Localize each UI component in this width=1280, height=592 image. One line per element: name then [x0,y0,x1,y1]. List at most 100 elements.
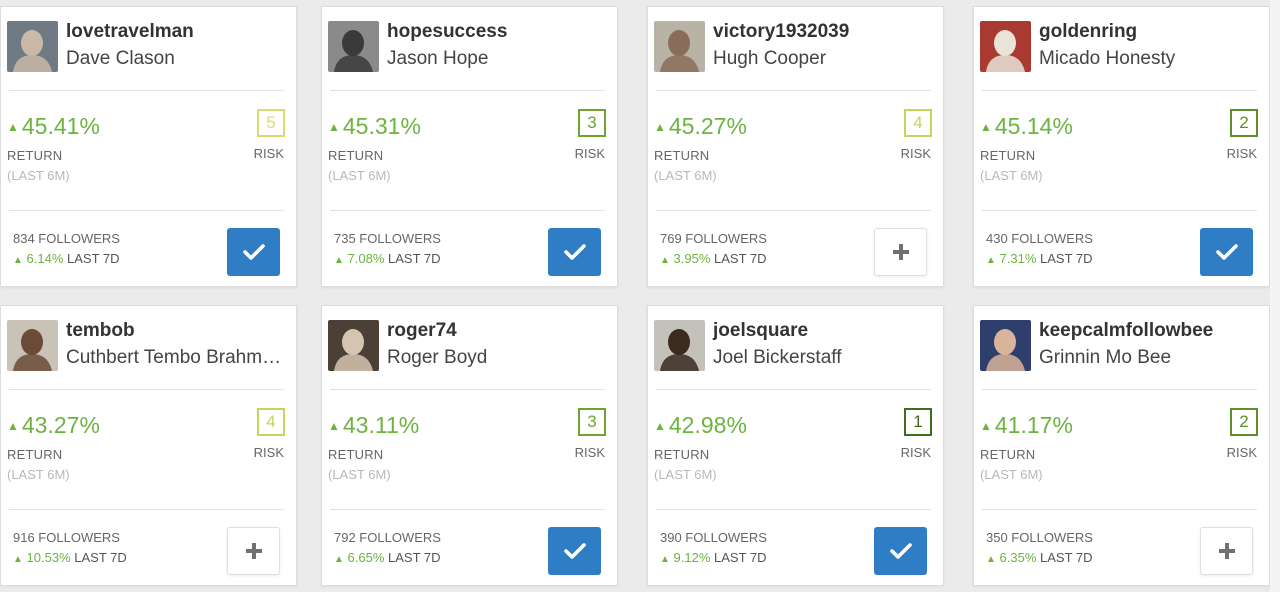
investor-username[interactable]: goldenring [1039,21,1137,43]
up-arrow-icon: ▲ [13,554,23,565]
up-arrow-icon: ▲ [328,418,340,433]
investor-full-name: Jason Hope [387,48,489,69]
return-period: (LAST 6M) [980,168,1043,183]
weekly-gain-value: 3.95% [673,251,711,266]
investor-card[interactable]: tembob Cuthbert Tembo Brahmanyaya ▲ 43.2… [0,305,297,586]
followers-count: 769 FOLLOWERS [660,231,767,246]
risk-label: RISK [1226,445,1257,460]
up-arrow-icon: ▲ [328,119,340,134]
return-value-row: ▲ 45.31% [328,113,421,140]
copy-following-button[interactable] [227,228,280,276]
divider [982,389,1257,390]
weekly-gain-value: 6.14% [26,251,64,266]
weekly-gain: ▲ 3.95% LAST 7D [660,251,767,266]
copy-following-button[interactable] [1200,228,1253,276]
return-period: (LAST 6M) [654,168,717,183]
return-period: (LAST 6M) [328,467,391,482]
copy-following-button[interactable] [874,527,927,575]
risk-score-badge: 4 [904,109,932,137]
weekly-gain: ▲ 6.14% LAST 7D [13,251,120,266]
investor-username[interactable]: tembob [66,320,135,342]
return-value-row: ▲ 42.98% [654,412,747,439]
risk-label: RISK [253,146,284,161]
up-arrow-icon: ▲ [654,418,666,433]
checkmark-icon [1215,244,1238,260]
investor-card[interactable]: victory1932039 Hugh Cooper ▲ 45.27% RETU… [647,6,944,287]
return-label: RETURN [7,447,63,462]
investor-username[interactable]: lovetravelman [66,21,194,43]
up-arrow-icon: ▲ [13,255,23,266]
return-value-row: ▲ 45.14% [980,113,1073,140]
investor-username[interactable]: victory1932039 [713,21,849,43]
investor-username[interactable]: hopesuccess [387,21,507,43]
investor-card[interactable]: keepcalmfollowbee Grinnin Mo Bee ▲ 41.17… [973,305,1270,586]
divider [656,389,931,390]
weekly-gain-label: LAST 7D [388,251,441,266]
return-period: (LAST 6M) [980,467,1043,482]
risk-score-badge: 5 [257,109,285,137]
divider [656,90,931,91]
weekly-gain-value: 7.31% [999,251,1037,266]
return-value: 45.41% [21,113,100,139]
return-label: RETURN [654,447,710,462]
checkmark-icon [563,543,586,559]
up-arrow-icon: ▲ [660,554,670,565]
return-value-row: ▲ 43.11% [328,412,419,439]
return-period: (LAST 6M) [654,467,717,482]
avatar[interactable] [980,21,1031,72]
avatar[interactable] [7,21,58,72]
return-value: 42.98% [668,412,747,438]
avatar[interactable] [328,21,379,72]
weekly-gain: ▲ 6.65% LAST 7D [334,550,441,565]
weekly-gain-label: LAST 7D [388,550,441,565]
copy-investor-button[interactable] [1200,527,1253,575]
divider [982,509,1257,510]
return-period: (LAST 6M) [7,467,70,482]
investor-card[interactable]: roger74 Roger Boyd ▲ 43.11% RETURN (LAST… [321,305,618,586]
page-scrollbar[interactable] [1270,0,1280,592]
divider [330,90,605,91]
divider [9,509,284,510]
divider [9,389,284,390]
up-arrow-icon: ▲ [986,255,996,266]
weekly-gain-value: 9.12% [673,550,711,565]
avatar[interactable] [980,320,1031,371]
plus-icon [892,244,909,260]
divider [9,90,284,91]
divider [330,210,605,211]
investor-username[interactable]: keepcalmfollowbee [1039,320,1213,342]
return-label: RETURN [328,148,384,163]
divider [330,509,605,510]
up-arrow-icon: ▲ [660,255,670,266]
divider [656,509,931,510]
up-arrow-icon: ▲ [334,255,344,266]
return-label: RETURN [654,148,710,163]
avatar[interactable] [654,320,705,371]
avatar[interactable] [654,21,705,72]
investor-username[interactable]: joelsquare [713,320,808,342]
up-arrow-icon: ▲ [980,418,992,433]
weekly-gain-label: LAST 7D [1040,251,1093,266]
copy-investor-button[interactable] [227,527,280,575]
return-label: RETURN [7,148,63,163]
return-value-row: ▲ 45.41% [7,113,100,140]
copy-following-button[interactable] [548,527,601,575]
return-value: 41.17% [994,412,1073,438]
investor-card[interactable]: goldenring Micado Honesty ▲ 45.14% RETUR… [973,6,1270,287]
copy-following-button[interactable] [548,228,601,276]
risk-label: RISK [1226,146,1257,161]
investor-username[interactable]: roger74 [387,320,457,342]
weekly-gain: ▲ 6.35% LAST 7D [986,550,1093,565]
return-value: 43.11% [342,412,420,438]
avatar[interactable] [7,320,58,371]
investor-card[interactable]: lovetravelman Dave Clason ▲ 45.41% RETUR… [0,6,297,287]
copy-investor-button[interactable] [874,228,927,276]
investor-card[interactable]: joelsquare Joel Bickerstaff ▲ 42.98% RET… [647,305,944,586]
avatar[interactable] [328,320,379,371]
investor-card[interactable]: hopesuccess Jason Hope ▲ 45.31% RETURN (… [321,6,618,287]
weekly-gain-value: 10.53% [26,550,71,565]
followers-count: 390 FOLLOWERS [660,530,767,545]
return-value: 45.27% [668,113,747,139]
followers-count: 735 FOLLOWERS [334,231,441,246]
divider [330,389,605,390]
